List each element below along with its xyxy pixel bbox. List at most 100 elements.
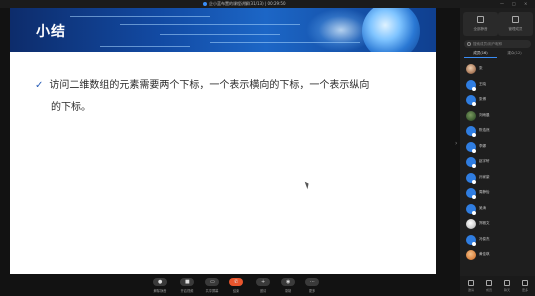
- invite-tool-label: 邀请: [467, 288, 474, 292]
- mic-off-icon: ●: [153, 278, 167, 286]
- participant-name: 郑雅文: [479, 221, 490, 225]
- invite-icon: [468, 280, 474, 286]
- list-item[interactable]: 陈浩然: [460, 124, 535, 140]
- tab-audience[interactable]: 观众(12): [498, 50, 531, 57]
- list-item[interactable]: 王晓: [460, 78, 535, 94]
- more-icon: [522, 280, 528, 286]
- participant-name: 李娜: [479, 143, 486, 148]
- mic-icon: [472, 133, 476, 137]
- more-dots-icon: ···: [305, 278, 319, 286]
- member-search-input[interactable]: 搜索成员/用户昵称: [464, 40, 531, 48]
- recording-dot-icon: [203, 2, 207, 6]
- mic-icon: [472, 241, 476, 246]
- video-icon: ■: [180, 278, 194, 286]
- avatar: [466, 110, 476, 121]
- more-tool-label: 更多: [521, 288, 528, 292]
- chat-tool-button[interactable]: 聊天: [500, 279, 514, 293]
- search-placeholder: 搜索成员/用户昵称: [473, 42, 503, 46]
- mic-icon: [472, 195, 476, 199]
- manage-icon: [512, 16, 519, 23]
- chat-icon: [504, 280, 510, 286]
- list-item[interactable]: 赵宇轩: [460, 155, 535, 171]
- bullet-line: ✓ 访问二维数组的元素需要两个下标，一个表示横向的下标，一个表示纵向: [35, 75, 425, 97]
- share-screen-icon: ▭: [205, 278, 219, 286]
- participant-list: 张 王晓 张博 刘雨晨 陈浩然 李娜 赵宇轩 孙家豪 周静怡 吴涛 郑雅文 冯俊…: [460, 62, 535, 264]
- list-item[interactable]: 吴涛: [460, 202, 535, 218]
- manage-members-label: 管理成员: [508, 27, 523, 31]
- participant-name: 孙家豪: [479, 174, 490, 179]
- mic-icon: [472, 210, 476, 215]
- list-item[interactable]: 张: [460, 62, 535, 78]
- participant-name: 刘雨晨: [479, 112, 490, 117]
- check-icon: ✓: [35, 80, 44, 91]
- hangup-icon: ✆: [229, 278, 243, 286]
- avatar: [466, 250, 476, 260]
- add-user-icon: +: [256, 278, 270, 286]
- members-tool-label: 成员: [485, 288, 492, 292]
- globe-icon: [362, 8, 420, 52]
- participant-name: 张: [479, 66, 483, 70]
- mute-all-button[interactable]: 全部静音: [463, 12, 498, 36]
- end-meeting-label: 结束: [232, 289, 240, 293]
- mute-all-label: 全部静音: [473, 27, 488, 31]
- mouse-cursor-icon: [304, 180, 311, 190]
- participant-name: 冯俊杰: [479, 236, 490, 241]
- mic-icon: [472, 179, 476, 184]
- list-item[interactable]: 郑雅文: [460, 217, 535, 233]
- list-item[interactable]: 冯俊杰: [460, 233, 535, 249]
- start-video-label: 开启视频: [180, 289, 194, 293]
- participant-name: 周静怡: [479, 190, 490, 194]
- title-bar: 企小蓝布置的课程讲解(31/13) | 00:29:50 — □ ×: [0, 0, 535, 8]
- participant-name: 赵宇轩: [479, 159, 490, 163]
- list-item[interactable]: 李娜: [460, 140, 535, 156]
- start-video-button[interactable]: ■ 开启视频: [177, 278, 197, 295]
- maximize-button[interactable]: □: [512, 1, 516, 7]
- bullet-text-1: 访问二维数组的元素需要两个下标，一个表示横向的下标，一个表示纵向: [49, 80, 370, 91]
- meeting-toolbar: ● 解除静音 ■ 开启视频 ▭ 共享屏幕 ✆ 结束 + 邀请 ◉ 录制 ··· 更多: [0, 274, 460, 296]
- list-item[interactable]: 孙家豪: [460, 171, 535, 187]
- slide-body: ✓ 访问二维数组的元素需要两个下标，一个表示横向的下标，一个表示纵向 的下标。: [35, 75, 425, 119]
- manage-members-button[interactable]: 管理成员: [498, 12, 533, 36]
- slide-banner: [10, 8, 436, 52]
- window-title: 企小蓝布置的课程讲解(31/13) | 00:29:50: [203, 0, 286, 8]
- avatar: [466, 64, 476, 74]
- member-tabs: 成员(16) 观众(12): [464, 50, 531, 58]
- window-title-text: 企小蓝布置的课程讲解(31/13) | 00:29:50: [209, 1, 286, 6]
- invite-button[interactable]: + 邀请: [253, 278, 273, 295]
- search-icon: [467, 42, 471, 46]
- list-item[interactable]: 周静怡: [460, 186, 535, 202]
- list-item[interactable]: 黄佳琪: [460, 248, 535, 264]
- participant-name: 张博: [479, 97, 486, 101]
- share-screen-button[interactable]: ▭ 共享屏幕: [202, 278, 222, 295]
- record-button[interactable]: ◉ 录制: [278, 278, 298, 295]
- close-button[interactable]: ×: [524, 1, 527, 7]
- chat-tool-label: 聊天: [503, 288, 510, 292]
- invite-label: 邀请: [259, 289, 267, 293]
- participant-name: 王晓: [479, 81, 486, 86]
- participant-name: 黄佳琪: [479, 252, 490, 256]
- unmute-button[interactable]: ● 解除静音: [150, 278, 170, 295]
- end-meeting-button[interactable]: ✆ 结束: [226, 278, 246, 295]
- more-tool-button[interactable]: 更多: [518, 279, 532, 293]
- shared-slide: 小结 ✓ 访问二维数组的元素需要两个下标，一个表示横向的下标，一个表示纵向 的下标…: [10, 8, 436, 274]
- mute-all-icon: [477, 16, 484, 23]
- participant-name: 陈浩然: [479, 128, 490, 132]
- record-icon: ◉: [281, 278, 295, 286]
- participant-name: 吴涛: [479, 205, 486, 210]
- tab-members[interactable]: 成员(16): [464, 50, 497, 58]
- invite-tool-button[interactable]: 邀请: [464, 279, 478, 293]
- list-item[interactable]: 张博: [460, 93, 535, 109]
- bullet-continuation: 的下标。: [51, 102, 91, 113]
- minimize-button[interactable]: —: [500, 1, 504, 7]
- mic-icon: [472, 102, 476, 106]
- more-button[interactable]: ··· 更多: [302, 278, 322, 295]
- mic-icon: [472, 148, 476, 153]
- avatar: [466, 219, 476, 229]
- list-item[interactable]: 刘雨晨: [460, 109, 535, 125]
- slide-title: 小结: [36, 24, 66, 40]
- panel-toolbar: 邀请 成员 聊天 更多: [460, 276, 535, 296]
- mic-icon: [472, 164, 476, 168]
- more-label: 更多: [308, 289, 316, 293]
- members-tool-button[interactable]: 成员: [482, 279, 496, 293]
- members-icon: [486, 280, 492, 286]
